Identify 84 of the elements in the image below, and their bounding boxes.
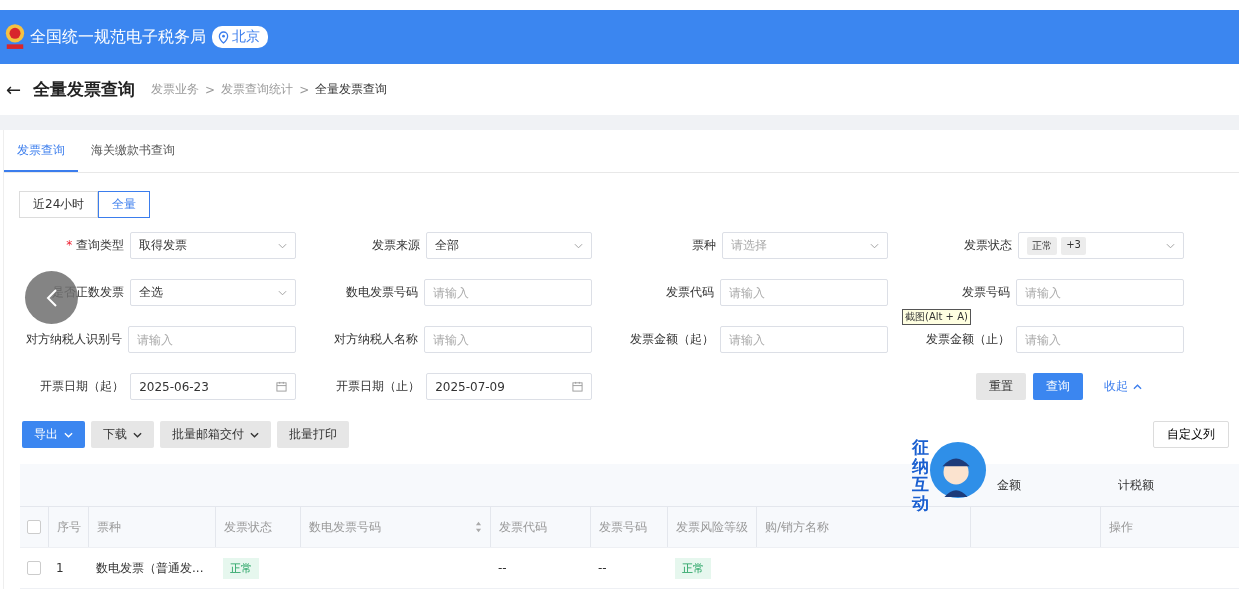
reset-button[interactable]: 重置 — [976, 373, 1026, 400]
column-header: 序号 — [57, 518, 81, 536]
field-label: 发票号码 — [962, 285, 1010, 299]
checkbox[interactable] — [27, 520, 41, 534]
selected-tag: +3 — [1061, 236, 1086, 255]
date-field[interactable]: 2025-06-23 — [130, 373, 296, 400]
back-button[interactable]: ← — [6, 79, 22, 100]
breadcrumb-item: 全量发票查询 — [315, 81, 388, 98]
column-header: 购/销方名称 — [765, 518, 830, 536]
site-title: 全国统一规范电子税务局 — [30, 26, 206, 48]
field-label: 发票金额（起） — [630, 332, 714, 346]
table-cell: -- — [498, 561, 507, 575]
location-button[interactable]: 北京 — [212, 26, 268, 48]
column-header: 发票状态 — [224, 518, 272, 536]
column-header: 发票代码 — [499, 518, 547, 536]
select-field[interactable]: 全选 — [130, 279, 296, 306]
search-button[interactable]: 查询 — [1033, 373, 1083, 400]
toolbar-button[interactable]: 导出 — [22, 421, 85, 448]
column-header: 数电发票号码 — [309, 518, 381, 536]
checkbox[interactable] — [27, 561, 41, 575]
input-field[interactable]: 请输入 — [720, 326, 888, 353]
tab[interactable]: 海关缴款书查询 — [78, 130, 188, 172]
breadcrumb-separator: > — [299, 82, 310, 97]
column-header: 票种 — [97, 518, 121, 536]
field-label: 开票日期（起） — [40, 379, 125, 393]
field-label: 对方纳税人名称 — [334, 332, 418, 346]
tooltip: 截图(Alt + A) — [902, 309, 971, 325]
field-label: 发票来源 — [372, 238, 421, 252]
location-pin-icon — [218, 30, 229, 44]
field-label: 对方纳税人识别号 — [26, 332, 122, 346]
chevron-down-icon — [278, 289, 287, 296]
chevron-down-icon — [574, 242, 583, 249]
table-cell: -- — [598, 561, 607, 575]
toolbar-button[interactable]: 批量邮箱交付 — [160, 421, 271, 448]
field-label: 查询类型 — [76, 238, 125, 252]
column-header: 发票号码 — [599, 518, 647, 536]
input-field[interactable]: 请输入 — [720, 279, 888, 306]
select-field[interactable]: 取得发票 — [130, 232, 296, 259]
assistant-avatar[interactable] — [929, 440, 987, 499]
breadcrumb-separator: > — [205, 82, 216, 97]
field-label: 票种 — [692, 238, 717, 252]
field-label: 数电发票号码 — [346, 285, 418, 299]
calendar-icon — [276, 381, 287, 392]
chevron-down-icon — [870, 242, 879, 249]
range-toggle[interactable]: 近24小时 — [19, 191, 99, 218]
chevron-up-icon — [1133, 383, 1142, 390]
emblem-icon — [4, 23, 26, 51]
summary-label: 计税额 — [1118, 477, 1154, 494]
calendar-icon — [572, 381, 583, 392]
column-header: 操作 — [1109, 518, 1133, 536]
chevron-down-icon — [64, 431, 73, 438]
range-toggle[interactable]: 全量 — [98, 191, 151, 218]
collapse-link[interactable]: 收起 — [1098, 377, 1148, 396]
input-field[interactable]: 请输入 — [128, 326, 296, 353]
toolbar-button[interactable]: 下载 — [91, 421, 154, 448]
field-label: 发票金额（止） — [926, 332, 1010, 346]
tab[interactable]: 发票查询 — [4, 130, 78, 172]
select-field[interactable]: 全部 — [426, 232, 592, 259]
assistant-label[interactable]: 征纳互动 — [912, 438, 929, 513]
input-field[interactable]: 请输入 — [424, 326, 592, 353]
status-tag: 正常 — [675, 557, 711, 579]
date-field[interactable]: 2025-07-09 — [426, 373, 592, 400]
required-mark: * — [66, 238, 73, 252]
chevron-down-icon — [278, 242, 287, 249]
table-cell: 1 — [56, 561, 64, 575]
input-field[interactable]: 请输入 — [424, 279, 592, 306]
input-field[interactable]: 请输入 — [1016, 279, 1184, 306]
toolbar-button[interactable]: 批量打印 — [277, 421, 349, 448]
field-label: 发票代码 — [666, 285, 714, 299]
table-cell: 数电发票（普通发... — [96, 559, 204, 577]
select-field[interactable]: 正常 +3 — [1018, 232, 1184, 259]
customize-columns-button[interactable]: 自定义列 — [1153, 421, 1229, 448]
summary-label: 金额 — [997, 477, 1021, 494]
page-title: 全量发票查询 — [33, 78, 136, 101]
column-header: 发票风险等级 — [676, 518, 748, 536]
sort-icon[interactable] — [475, 521, 482, 533]
chevron-down-icon — [250, 431, 259, 438]
input-field[interactable]: 请输入 — [1016, 326, 1184, 353]
selected-tag: 正常 — [1027, 236, 1058, 255]
chevron-down-icon — [1166, 242, 1175, 249]
chevron-down-icon — [133, 431, 142, 438]
field-label: 开票日期（止） — [336, 379, 421, 393]
field-label: 发票状态 — [964, 238, 1013, 252]
status-tag: 正常 — [223, 557, 259, 579]
